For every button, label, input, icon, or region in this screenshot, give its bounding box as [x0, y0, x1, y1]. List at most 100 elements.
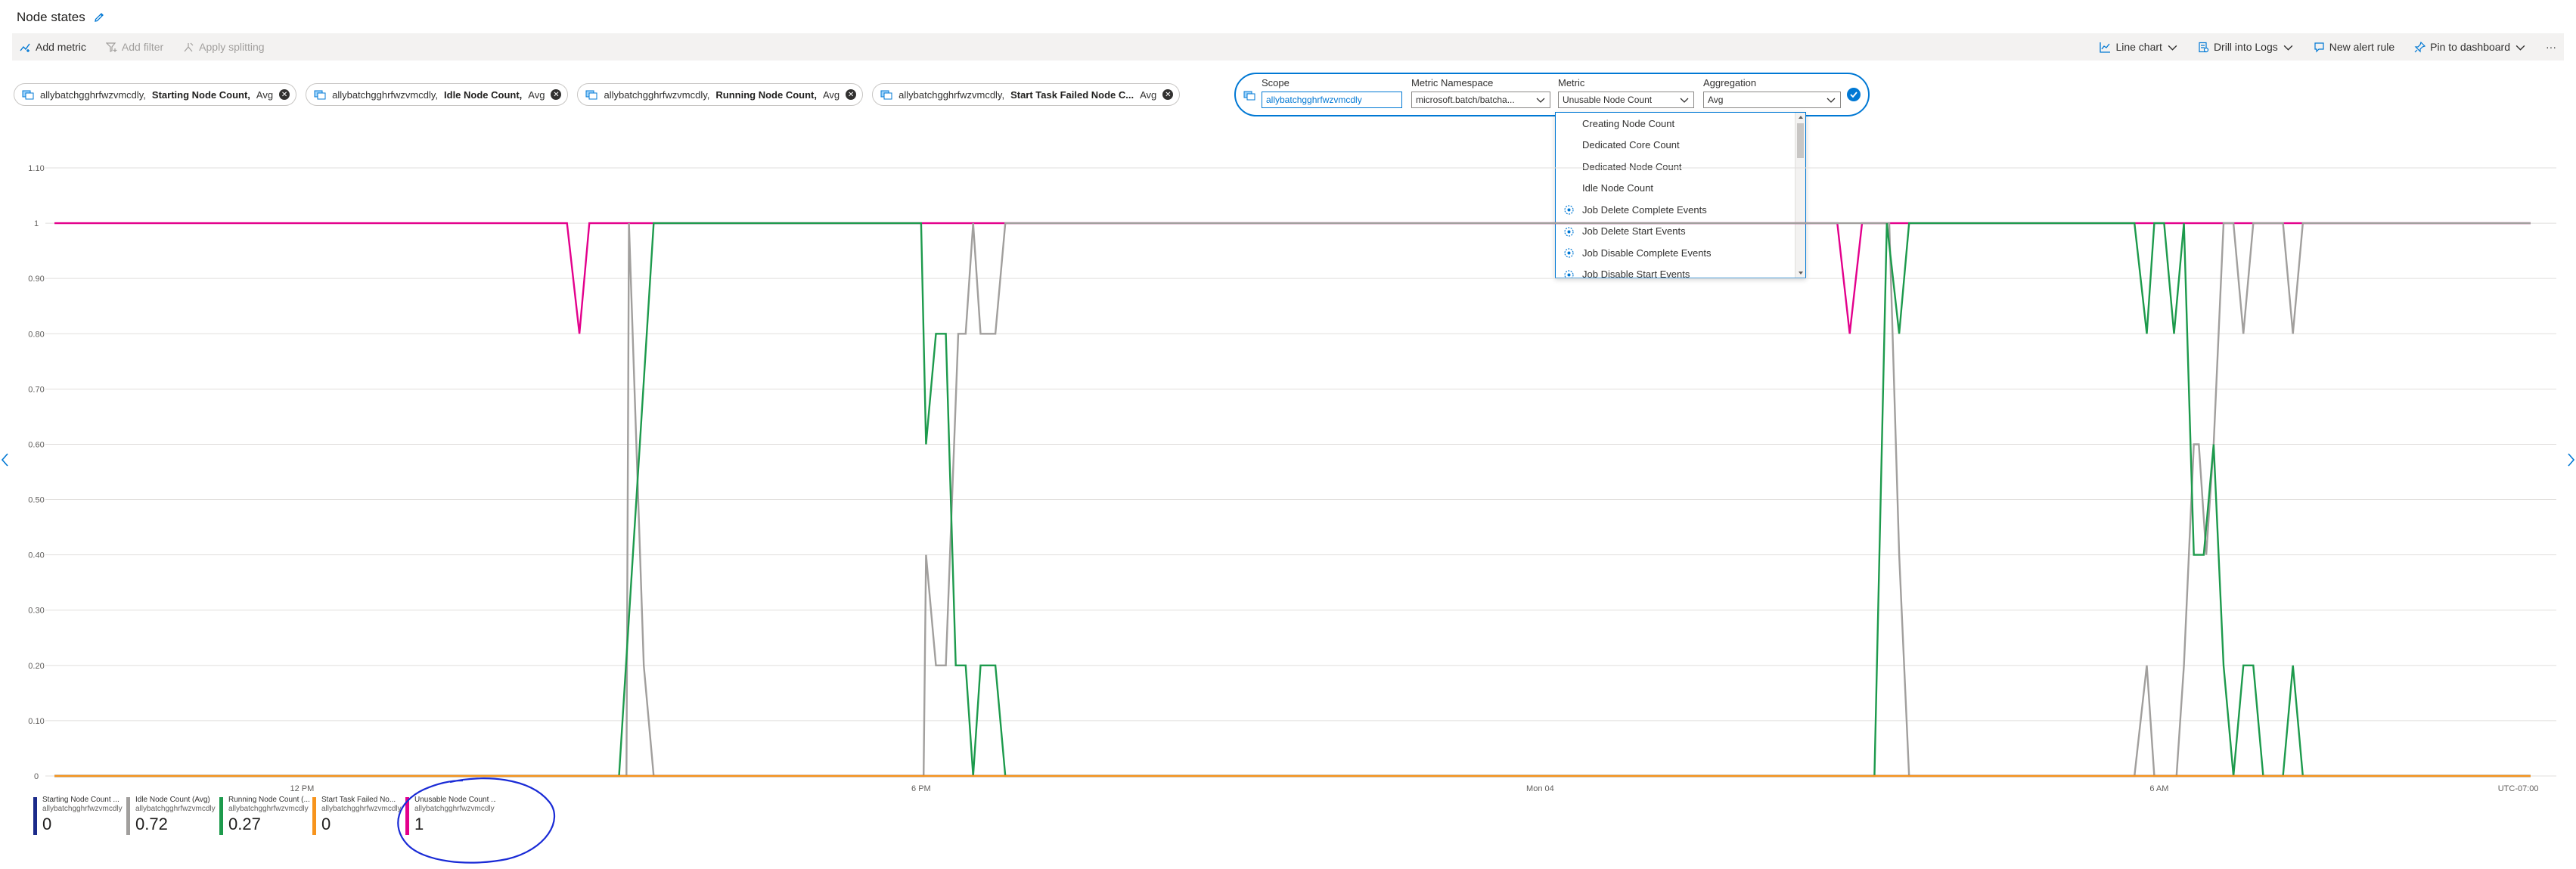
- line-chart-icon: [2100, 42, 2111, 53]
- y-tick-label: 1: [34, 219, 39, 228]
- x-tick-label: 6 AM: [2149, 784, 2168, 793]
- legend-resource: allybatchgghrfwzvmcdly: [42, 805, 123, 813]
- add-metric-button[interactable]: Add metric: [20, 41, 86, 53]
- line-chart-label: Line chart: [2115, 41, 2162, 53]
- x-tick-label: 12 PM: [290, 784, 315, 793]
- legend-value: 0: [42, 815, 52, 833]
- pill-aggregation: Avg: [822, 88, 840, 101]
- pill-resource: allybatchgghrfwzvmcdly,: [40, 88, 146, 101]
- aggregation-select[interactable]: Avg: [1703, 92, 1841, 108]
- splitting-icon: [184, 42, 194, 51]
- legend-resource: allybatchgghrfwzvmcdly: [135, 805, 216, 813]
- scope-label: Scope: [1262, 77, 1290, 88]
- aggregation-value: Avg: [1708, 95, 1724, 105]
- logs-icon: [2199, 42, 2209, 52]
- chevron-left-icon[interactable]: [0, 451, 11, 469]
- metric-option[interactable]: Creating Node Count: [1556, 113, 1805, 135]
- legend-item[interactable]: Starting Node Count ... allybatchgghrfwz…: [33, 796, 126, 836]
- legend-swatch: [126, 797, 130, 835]
- scroll-up-icon[interactable]: [1795, 113, 1806, 122]
- metric-option-label: Dedicated Core Count: [1582, 139, 1680, 151]
- batch-account-icon: [585, 90, 597, 100]
- metric-select[interactable]: Unusable Node Count: [1558, 92, 1694, 108]
- pill-metric: Running Node Count,: [715, 88, 817, 101]
- y-tick-label: 0.90: [28, 275, 44, 284]
- pill-aggregation: Avg: [256, 88, 274, 101]
- chevron-down-icon: [1826, 98, 1836, 103]
- y-tick-label: 0.20: [28, 662, 44, 671]
- legend-swatch: [33, 797, 37, 835]
- y-tick-label: 0.10: [28, 717, 44, 726]
- pin-to-dashboard-dropdown[interactable]: Pin to dashboard: [2414, 41, 2526, 53]
- y-tick-label: 0.60: [28, 440, 44, 449]
- batch-account-icon: [22, 90, 34, 100]
- pill-resource: allybatchgghrfwzvmcdly,: [898, 88, 1005, 101]
- pill-resource: allybatchgghrfwzvmcdly,: [604, 88, 710, 101]
- new-alert-rule-label: New alert rule: [2329, 41, 2395, 53]
- namespace-field: Metric Namespace microsoft.batch/batcha.…: [1411, 77, 1550, 108]
- metric-pill[interactable]: allybatchgghrfwzvmcdly, Idle Node Count,…: [306, 83, 569, 106]
- metric-option-label: Creating Node Count: [1582, 117, 1675, 129]
- legend-swatch: [312, 797, 316, 835]
- chevron-down-icon: [2168, 45, 2177, 51]
- batch-account-icon: [880, 90, 892, 100]
- scope-value: allybatchgghrfwzvmcdly: [1266, 95, 1362, 105]
- chevron-down-icon: [1680, 98, 1689, 103]
- alert-icon: [2314, 42, 2324, 52]
- pill-metric: Start Task Failed Node C...: [1010, 88, 1134, 101]
- y-tick-label: 0.70: [28, 385, 44, 394]
- add-metric-icon: [20, 43, 30, 52]
- namespace-value: microsoft.batch/batcha...: [1416, 95, 1515, 105]
- metric-label: Metric: [1558, 77, 1585, 88]
- close-icon[interactable]: ✕: [846, 89, 857, 100]
- x-tick-label: Mon 04: [1526, 784, 1554, 793]
- legend-series-name: Idle Node Count (Avg): [135, 796, 210, 804]
- y-tick-label: 0.80: [28, 330, 44, 339]
- chevron-down-icon: [1536, 98, 1545, 103]
- close-icon[interactable]: ✕: [551, 89, 562, 100]
- metric-editor: Scope allybatchgghrfwzvmcdly Metric Name…: [1234, 73, 1870, 116]
- y-tick-label: 0: [34, 772, 39, 781]
- scope-input[interactable]: allybatchgghrfwzvmcdly: [1262, 92, 1402, 108]
- chevron-down-icon: [2283, 45, 2293, 51]
- annotation-circle: [397, 777, 556, 864]
- metric-pills: allybatchgghrfwzvmcdly, Starting Node Co…: [14, 83, 1181, 106]
- chart-title: Node states: [17, 10, 85, 24]
- apply-splitting-button[interactable]: Apply splitting: [183, 41, 265, 53]
- metric-pill[interactable]: allybatchgghrfwzvmcdly, Start Task Faile…: [872, 83, 1181, 106]
- line-chart-dropdown[interactable]: Line chart: [2100, 41, 2177, 53]
- namespace-select[interactable]: microsoft.batch/batcha...: [1411, 92, 1550, 108]
- filter-icon: [105, 42, 117, 52]
- chevron-right-icon[interactable]: [2565, 451, 2576, 469]
- metric-pill[interactable]: allybatchgghrfwzvmcdly, Running Node Cou…: [577, 83, 864, 106]
- legend-item[interactable]: Running Node Count (... allybatchgghrfwz…: [219, 796, 312, 836]
- new-alert-rule-button[interactable]: New alert rule: [2314, 41, 2394, 53]
- metrics-toolbar: Add metric Add filter Apply splitting Li…: [12, 33, 2564, 61]
- checkmark-icon: [1850, 92, 1858, 98]
- more-options-button[interactable]: ···: [2546, 41, 2556, 53]
- metric-field: Metric Unusable Node Count: [1558, 77, 1694, 108]
- aggregation-label: Aggregation: [1703, 77, 1757, 88]
- pill-metric: Starting Node Count,: [151, 88, 250, 101]
- pill-aggregation: Avg: [528, 88, 545, 101]
- y-tick-label: 0.40: [28, 551, 44, 560]
- close-icon[interactable]: ✕: [279, 89, 290, 100]
- legend-resource: allybatchgghrfwzvmcdly: [228, 805, 309, 813]
- batch-account-icon: [1243, 91, 1255, 101]
- legend-series-name: Starting Node Count ...: [42, 796, 119, 804]
- legend-swatch: [219, 797, 223, 835]
- line-chart: 0 0.10 0.20 0.30 0.40 0.50 0.60 0.70 0.80 0.90 1 1.…: [28, 164, 2556, 793]
- confirm-metric-button[interactable]: [1847, 88, 1861, 101]
- pill-metric: Idle Node Count,: [444, 88, 523, 101]
- pin-to-dashboard-label: Pin to dashboard: [2430, 41, 2510, 53]
- y-tick-label: 0.30: [28, 607, 44, 616]
- close-icon[interactable]: ✕: [1162, 89, 1174, 100]
- legend-series-name: Running Node Count (...: [228, 796, 310, 804]
- metric-pill[interactable]: allybatchgghrfwzvmcdly, Starting Node Co…: [14, 83, 297, 106]
- drill-into-logs-dropdown[interactable]: Drill into Logs: [2198, 41, 2294, 53]
- legend-item[interactable]: Idle Node Count (Avg) allybatchgghrfwzvm…: [126, 796, 219, 836]
- batch-account-icon: [314, 90, 326, 100]
- edit-title-icon[interactable]: [93, 11, 105, 23]
- add-filter-button[interactable]: Add filter: [105, 41, 163, 53]
- pill-aggregation: Avg: [1140, 88, 1157, 101]
